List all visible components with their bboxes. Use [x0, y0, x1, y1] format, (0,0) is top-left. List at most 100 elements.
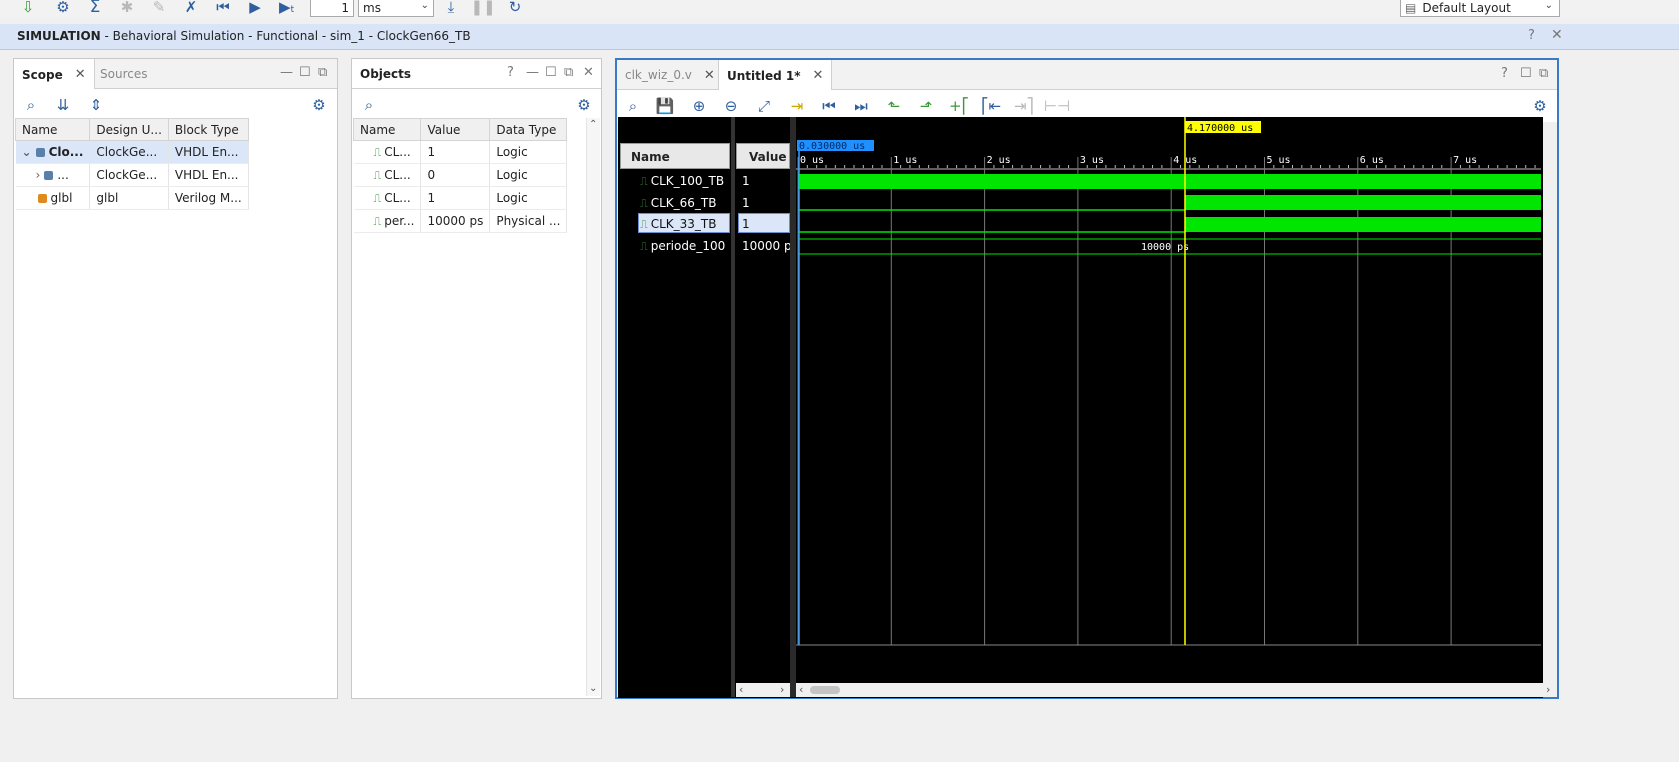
run-time-input[interactable]: 1 [310, 0, 354, 17]
search-icon[interactable]: ⌕ [621, 95, 645, 117]
help-icon[interactable]: ? [1501, 67, 1508, 80]
scroll-left-icon[interactable]: ‹ [799, 683, 803, 696]
next-marker-icon[interactable]: ⇥⎤ [1012, 95, 1036, 117]
maximize-icon[interactable]: ☐ [299, 66, 311, 79]
relaunch-icon[interactable]: ↻ [503, 0, 527, 18]
physical-signal-icon: ⎍ [640, 240, 648, 253]
chevron-down-icon[interactable]: ⌄ [22, 145, 32, 159]
value-horizontal-scrollbar[interactable]: ‹ › [736, 683, 790, 697]
help-icon[interactable]: ? [507, 66, 514, 79]
logic-signal-icon: ⎍ [373, 168, 382, 182]
zoom-in-icon[interactable]: ⊕ [687, 95, 711, 117]
time-ruler: 0 us 1 us 2 us 3 us 4 us 5 us 6 us 7 us [796, 155, 1541, 170]
next-transition-icon[interactable]: ⬏ [914, 95, 938, 117]
signal-row[interactable]: ⎍ periode_100 [640, 239, 725, 254]
object-value: 1 [420, 186, 491, 210]
signal-row[interactable]: ⎍ CLK_66_TB [640, 196, 716, 211]
run-for-time-icon[interactable]: ▶ₜ [275, 0, 299, 18]
close-icon[interactable]: ✕ [75, 67, 86, 82]
close-icon[interactable]: ✕ [704, 68, 715, 83]
pause-icon[interactable]: ❚❚ [470, 0, 495, 18]
go-to-end-icon[interactable]: ⏭ [849, 95, 873, 117]
scroll-right-icon[interactable]: › [780, 683, 784, 696]
minimize-icon[interactable]: — [526, 66, 539, 79]
simulation-bar: SIMULATION - Behavioral Simulation - Fun… [0, 24, 1679, 50]
signal-row[interactable]: ⎍ CLK_33_TB [640, 217, 716, 232]
tab-sources[interactable]: Sources [92, 59, 155, 89]
zoom-out-icon[interactable]: ⊖ [719, 95, 743, 117]
value-column-header[interactable]: Value [736, 143, 790, 169]
gear-icon[interactable]: ⚙ [572, 94, 596, 116]
previous-marker-icon[interactable]: ⎡⇤ [979, 95, 1003, 117]
maximize-icon[interactable]: ☐ [1520, 67, 1532, 80]
step-over-icon[interactable]: ⤓ [439, 0, 463, 18]
collapse-all-icon[interactable]: ⇊ [51, 94, 75, 116]
time-tick-label: 5 us [1267, 155, 1291, 166]
float-icon[interactable]: ⧉ [1539, 67, 1548, 80]
layout-select[interactable]: ▤ Default Layout ⌄ [1400, 0, 1560, 17]
expand-all-icon[interactable]: ⇕ [84, 94, 108, 116]
vertical-scrollbar[interactable]: ⌃ ⌄ [586, 118, 600, 696]
table-row[interactable]: ⎍ per... 10000 ps Physical ... [353, 209, 568, 233]
save-icon[interactable]: 💾 [653, 95, 677, 117]
minimize-icon[interactable]: — [280, 66, 293, 79]
break-icon[interactable]: ✗ [179, 0, 203, 18]
signal-row[interactable]: ⎍ CLK_100_TB [640, 174, 724, 189]
run-time-unit-select[interactable]: ms ⌄ [358, 0, 434, 17]
add-marker-icon[interactable]: +⎡ [947, 95, 971, 117]
tab-clk-wiz[interactable]: clk_wiz_0.v ✕ [617, 60, 723, 90]
name-value-divider[interactable] [731, 117, 735, 697]
search-icon[interactable]: ⌕ [357, 94, 381, 116]
gear-icon[interactable]: ⚙ [1528, 95, 1552, 117]
go-to-start-icon[interactable]: ⏮ [817, 95, 841, 117]
step-icon[interactable]: ⇩ [16, 0, 40, 18]
column-header[interactable]: Value [420, 118, 491, 141]
close-icon[interactable]: ✕ [1551, 27, 1563, 43]
float-icon[interactable]: ⧉ [564, 66, 573, 79]
table-row[interactable]: ⎍ CL... 1 Logic [353, 140, 568, 164]
restart-icon[interactable]: ⏮ [211, 0, 235, 18]
sum-icon[interactable]: Σ [83, 0, 107, 18]
table-row[interactable]: glbl glbl Verilog M... [15, 186, 249, 210]
column-header[interactable]: Name [352, 118, 422, 141]
object-name: per... [384, 213, 415, 228]
signal-name: CLK_100_TB [650, 174, 725, 188]
search-icon[interactable]: ⌕ [19, 94, 43, 116]
float-icon[interactable]: ⧉ [318, 66, 327, 79]
waveform-plot[interactable]: 0 us 1 us 2 us 3 us 4 us 5 us 6 us 7 us 10000 p… [796, 117, 1543, 692]
table-row[interactable]: ⎍ CL... 1 Logic [353, 186, 568, 210]
chevron-right-icon[interactable]: › [36, 168, 41, 182]
maximize-icon[interactable]: ☐ [545, 66, 557, 79]
run-all-icon[interactable]: ▶ [243, 0, 267, 18]
object-value: 1 [420, 140, 491, 164]
scroll-down-icon[interactable]: ⌄ [589, 683, 597, 694]
column-header[interactable]: Name [14, 118, 91, 141]
tab-untitled[interactable]: Untitled 1* ✕ [718, 60, 833, 91]
wave-horizontal-scrollbar[interactable]: ‹ › [796, 683, 1556, 697]
close-icon[interactable]: ✕ [583, 66, 594, 79]
scroll-left-icon[interactable]: ‹ [739, 683, 743, 696]
zoom-fit-icon[interactable]: ⤢ [752, 95, 776, 117]
scroll-right-icon[interactable]: › [1546, 683, 1550, 696]
scrollbar-thumb[interactable] [810, 686, 840, 694]
column-header[interactable]: Design U... [89, 118, 169, 141]
go-to-cursor-icon[interactable]: ⇥ [785, 95, 809, 117]
column-header[interactable]: Block Type [167, 118, 249, 141]
logic-signal-icon: ⎍ [640, 218, 648, 231]
name-column-header[interactable]: Name [620, 143, 730, 169]
scroll-up-icon[interactable]: ⌃ [589, 119, 597, 130]
previous-transition-icon[interactable]: ⬑ [882, 95, 906, 117]
table-row[interactable]: ›... ClockGe... VHDL En... [15, 163, 249, 187]
swap-cursors-icon[interactable]: ⊢⊣ [1044, 95, 1070, 117]
table-row[interactable]: ⌄ Clo... ClockGe... VHDL En... [15, 140, 249, 164]
tab-sources-label: Sources [100, 67, 148, 81]
help-icon[interactable]: ? [1528, 28, 1535, 43]
settings-icon[interactable]: ⚙ [51, 0, 75, 18]
gear-icon[interactable]: ⚙ [307, 94, 331, 116]
column-header[interactable]: Data Type [489, 118, 568, 141]
tab-scope[interactable]: Scope ✕ [14, 59, 95, 90]
close-icon[interactable]: ✕ [813, 68, 824, 83]
disabled-tool-icon[interactable]: ✱ [115, 0, 139, 18]
table-row[interactable]: ⎍ CL... 0 Logic [353, 163, 568, 187]
edit-icon[interactable]: ✎ [147, 0, 171, 18]
